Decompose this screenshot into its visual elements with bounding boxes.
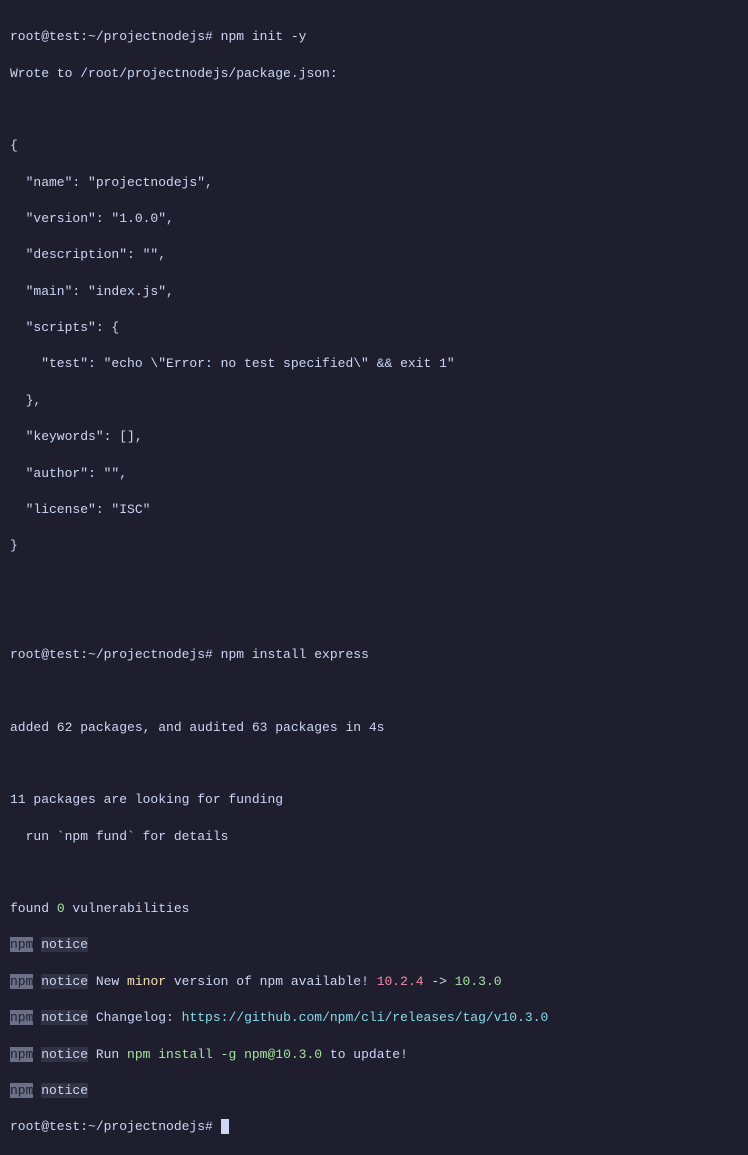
blank-line <box>10 101 738 119</box>
command-line-2: root@test:~/projectnodejs# npm install e… <box>10 646 738 664</box>
command-text: npm install express <box>221 647 369 662</box>
notice-badge: notice <box>41 1010 88 1025</box>
notice-text: version of npm available! <box>166 974 377 989</box>
new-version: 10.3.0 <box>455 974 502 989</box>
json-line: "author": "", <box>10 465 738 483</box>
npm-notice-line: npm notice New minor version of npm avai… <box>10 973 738 991</box>
shell-prompt: root@test:~/projectnodejs# <box>10 29 221 44</box>
json-line: "main": "index.js", <box>10 283 738 301</box>
notice-text: Run <box>88 1047 127 1062</box>
json-line: "name": "projectnodejs", <box>10 174 738 192</box>
blank-line <box>10 574 738 592</box>
blank-line <box>10 864 738 882</box>
blank-line <box>10 682 738 700</box>
notice-badge: notice <box>41 1083 88 1098</box>
notice-badge: notice <box>41 974 88 989</box>
npm-badge: npm <box>10 1010 33 1025</box>
json-line: "license": "ISC" <box>10 501 738 519</box>
notice-text: to update! <box>322 1047 408 1062</box>
terminal-output[interactable]: root@test:~/projectnodejs# npm init -y W… <box>10 10 738 1155</box>
found-text: vulnerabilities <box>65 901 190 916</box>
zero-count: 0 <box>57 901 65 916</box>
output-wrote: Wrote to /root/projectnodejs/package.jso… <box>10 65 738 83</box>
update-command: npm install -g npm@10.3.0 <box>127 1047 322 1062</box>
changelog-url: https://github.com/npm/cli/releases/tag/… <box>182 1010 549 1025</box>
npm-notice-line: npm notice <box>10 936 738 954</box>
notice-text: Changelog: <box>88 1010 182 1025</box>
found-text: found <box>10 901 57 916</box>
shell-prompt: root@test:~/projectnodejs# <box>10 647 221 662</box>
json-line: }, <box>10 392 738 410</box>
output-funding: 11 packages are looking for funding <box>10 791 738 809</box>
output-funding: run `npm fund` for details <box>10 828 738 846</box>
blank-line <box>10 610 738 628</box>
notice-badge: notice <box>41 1047 88 1062</box>
npm-badge: npm <box>10 937 33 952</box>
json-line: { <box>10 137 738 155</box>
notice-minor: minor <box>127 974 166 989</box>
json-line: "version": "1.0.0", <box>10 210 738 228</box>
old-version: 10.2.4 <box>377 974 424 989</box>
command-line-3[interactable]: root@test:~/projectnodejs# <box>10 1118 738 1136</box>
json-line: "description": "", <box>10 246 738 264</box>
npm-badge: npm <box>10 1083 33 1098</box>
npm-badge: npm <box>10 974 33 989</box>
shell-prompt: root@test:~/projectnodejs# <box>10 1119 221 1134</box>
notice-text: -> <box>424 974 455 989</box>
npm-badge: npm <box>10 1047 33 1062</box>
command-text: npm init -y <box>221 29 307 44</box>
json-line: "test": "echo \"Error: no test specified… <box>10 355 738 373</box>
npm-notice-line: npm notice Run npm install -g npm@10.3.0… <box>10 1046 738 1064</box>
output-vulnerabilities: found 0 vulnerabilities <box>10 900 738 918</box>
command-line-1: root@test:~/projectnodejs# npm init -y <box>10 28 738 46</box>
npm-notice-line: npm notice Changelog: https://github.com… <box>10 1009 738 1027</box>
cursor-icon <box>221 1119 229 1134</box>
json-line: } <box>10 537 738 555</box>
json-line: "scripts": { <box>10 319 738 337</box>
blank-line <box>10 755 738 773</box>
npm-notice-line: npm notice <box>10 1082 738 1100</box>
json-line: "keywords": [], <box>10 428 738 446</box>
notice-badge: notice <box>41 937 88 952</box>
notice-text: New <box>88 974 127 989</box>
output-added: added 62 packages, and audited 63 packag… <box>10 719 738 737</box>
